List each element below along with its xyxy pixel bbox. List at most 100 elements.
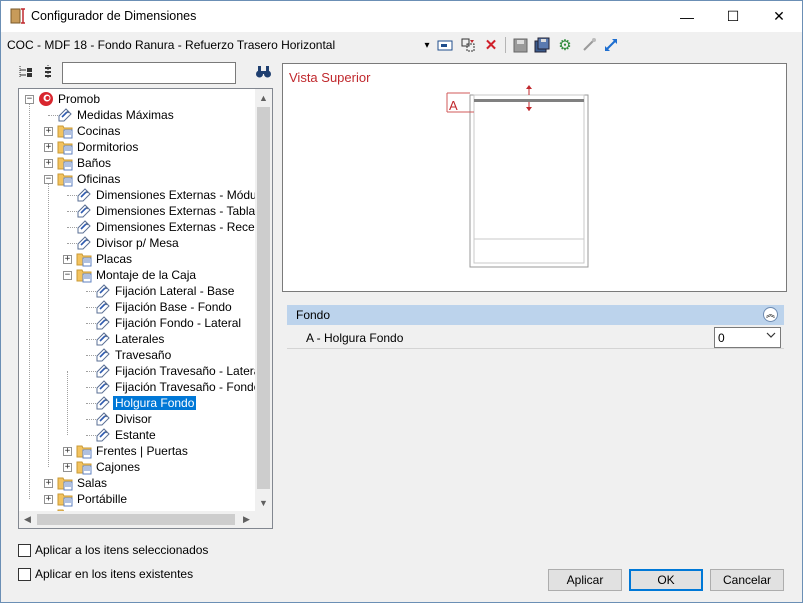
document-dropdown-icon[interactable]: ▾ bbox=[418, 36, 436, 54]
tree-item-label: Fijación Travesaño - Lateral bbox=[115, 364, 256, 378]
tree-horizontal-scrollbar[interactable]: ◀ ▶ bbox=[19, 511, 272, 528]
collapse-all-icon[interactable] bbox=[39, 63, 57, 81]
expand-node-icon[interactable]: + bbox=[63, 463, 72, 472]
tree-item[interactable]: Dimensiones Externas - Recepcion bbox=[19, 219, 256, 235]
folder-icon bbox=[76, 269, 92, 283]
tree-item[interactable]: Divisor p/ Mesa bbox=[19, 235, 256, 251]
tree-item-label: Placas bbox=[96, 252, 133, 266]
scroll-right-icon[interactable]: ▶ bbox=[238, 511, 255, 528]
tree-vertical-scrollbar[interactable]: ▲ ▼ bbox=[255, 89, 272, 511]
tree-item-label: Baños bbox=[77, 156, 112, 170]
tree-item[interactable]: Fijación Base - Fondo bbox=[19, 299, 256, 315]
close-button[interactable]: ✕ bbox=[756, 1, 802, 32]
apply-existing-checkbox[interactable] bbox=[18, 568, 31, 581]
dimension-label: A bbox=[449, 98, 458, 113]
tree-item[interactable]: − Promob bbox=[19, 91, 256, 107]
property-group-label: Fondo bbox=[296, 308, 331, 322]
dimension-tag-icon bbox=[77, 204, 91, 218]
tree-item-label: Fijación Fondo - Lateral bbox=[115, 316, 242, 330]
dimension-tag-icon bbox=[96, 332, 110, 346]
dimension-configurator-window: Configurador de Dimensiones — ☐ ✕ COC - … bbox=[0, 0, 803, 603]
tree-item[interactable]: − Montaje de la Caja bbox=[19, 267, 256, 283]
property-row: A - Holgura Fondo 0 bbox=[287, 325, 784, 349]
tree-item-label: Cajones bbox=[96, 460, 141, 474]
scroll-down-icon[interactable]: ▼ bbox=[255, 494, 272, 511]
tree-item[interactable]: Divisor bbox=[19, 411, 256, 427]
collapse-node-icon[interactable]: − bbox=[25, 95, 34, 104]
main-toolbar: COC - MDF 18 - Fondo Ranura - Refuerzo T… bbox=[1, 32, 802, 58]
expand-node-icon[interactable]: + bbox=[63, 447, 72, 456]
pin-icon[interactable] bbox=[580, 36, 598, 54]
scroll-left-icon[interactable]: ◀ bbox=[19, 511, 36, 528]
expand-node-icon[interactable]: + bbox=[44, 127, 53, 136]
tree-item[interactable]: − Oficinas bbox=[19, 171, 256, 187]
apply-button[interactable]: Aplicar bbox=[548, 569, 622, 591]
tree-item[interactable]: Fijación Travesaño - Lateral bbox=[19, 363, 256, 379]
dimension-tag-icon bbox=[96, 412, 110, 426]
promob-logo-icon bbox=[39, 92, 53, 106]
edit-dimension-icon[interactable] bbox=[436, 36, 454, 54]
expand-node-icon[interactable]: + bbox=[44, 479, 53, 488]
tree-item-label: Salas bbox=[77, 476, 108, 490]
tree-item[interactable]: Holgura Fondo bbox=[19, 395, 256, 411]
tree-item[interactable]: + Baños bbox=[19, 155, 256, 171]
settings-icon[interactable]: ⚙ bbox=[556, 36, 574, 54]
tree-item[interactable]: Fijación Fondo - Lateral bbox=[19, 315, 256, 331]
dimension-tag-icon bbox=[96, 300, 110, 314]
folder-icon bbox=[76, 253, 92, 267]
tree-item[interactable]: Fijación Travesaño - Fondo bbox=[19, 379, 256, 395]
tree-item[interactable]: + Placas bbox=[19, 251, 256, 267]
dimension-tag-icon bbox=[96, 428, 110, 442]
folder-icon bbox=[57, 125, 73, 139]
dimension-tag-icon bbox=[96, 380, 110, 394]
expand-node-icon[interactable]: + bbox=[44, 143, 53, 152]
tree-item-label: Divisor p/ Mesa bbox=[96, 236, 179, 250]
maximize-button[interactable]: ☐ bbox=[710, 1, 756, 32]
tree-item[interactable]: Estante bbox=[19, 427, 256, 443]
expand-node-icon[interactable]: + bbox=[44, 159, 53, 168]
find-icon[interactable] bbox=[254, 63, 272, 81]
insert-icon[interactable] bbox=[459, 36, 477, 54]
holgura-fondo-select[interactable]: 0 bbox=[714, 327, 781, 348]
dimension-tag-icon bbox=[77, 220, 91, 234]
expand-node-icon[interactable]: + bbox=[44, 495, 53, 504]
expand-all-icon[interactable] bbox=[16, 63, 34, 81]
tree-item[interactable]: Medidas Máximas bbox=[19, 107, 256, 123]
delete-icon[interactable]: ✕ bbox=[482, 36, 500, 54]
holgura-fondo-value: 0 bbox=[718, 331, 725, 345]
tree-item[interactable]: + Salas bbox=[19, 475, 256, 491]
tree-item-label: Dimensiones Externas - Módulos bbox=[96, 188, 256, 202]
cancel-button[interactable]: Cancelar bbox=[710, 569, 784, 591]
expand-node-icon[interactable]: + bbox=[63, 255, 72, 264]
tree-item[interactable]: + Cajones bbox=[19, 459, 256, 475]
tree-item[interactable]: Dimensiones Externas - Tablas bbox=[19, 203, 256, 219]
scroll-up-icon[interactable]: ▲ bbox=[255, 89, 272, 106]
dimension-tag-icon bbox=[96, 396, 110, 410]
tree-search-input[interactable] bbox=[62, 62, 236, 84]
tree-item[interactable]: + Frentes | Puertas bbox=[19, 443, 256, 459]
resize-icon[interactable] bbox=[602, 36, 620, 54]
dimension-tag-icon bbox=[96, 284, 110, 298]
minimize-button[interactable]: — bbox=[664, 1, 710, 32]
horizontal-scroll-thumb[interactable] bbox=[37, 514, 235, 525]
tree-item[interactable]: Dimensiones Externas - Módulos bbox=[19, 187, 256, 203]
tree-item[interactable]: Laterales bbox=[19, 331, 256, 347]
tree-item[interactable]: + Portábille bbox=[19, 491, 256, 507]
collapse-group-icon[interactable]: ︽ bbox=[763, 307, 778, 322]
tree-item[interactable]: + Dormitorios bbox=[19, 139, 256, 155]
apply-selected-checkbox[interactable] bbox=[18, 544, 31, 557]
vertical-scroll-thumb[interactable] bbox=[257, 107, 270, 489]
collapse-node-icon[interactable]: − bbox=[63, 271, 72, 280]
tree-item-label: Montaje de la Caja bbox=[96, 268, 197, 282]
property-label: A - Holgura Fondo bbox=[306, 331, 404, 345]
tree-item[interactable]: + Cocinas bbox=[19, 123, 256, 139]
tree-item[interactable]: Travesaño bbox=[19, 347, 256, 363]
ok-button[interactable]: OK bbox=[629, 569, 703, 591]
tree-item[interactable]: Fijación Lateral - Base bbox=[19, 283, 256, 299]
tree-item-label: Medidas Máximas bbox=[77, 108, 174, 122]
tree-item-label: Holgura Fondo bbox=[113, 396, 197, 410]
save-all-icon[interactable] bbox=[533, 36, 551, 54]
property-group-header[interactable]: Fondo ︽ bbox=[287, 305, 784, 325]
collapse-node-icon[interactable]: − bbox=[44, 175, 53, 184]
save-icon[interactable] bbox=[511, 36, 529, 54]
